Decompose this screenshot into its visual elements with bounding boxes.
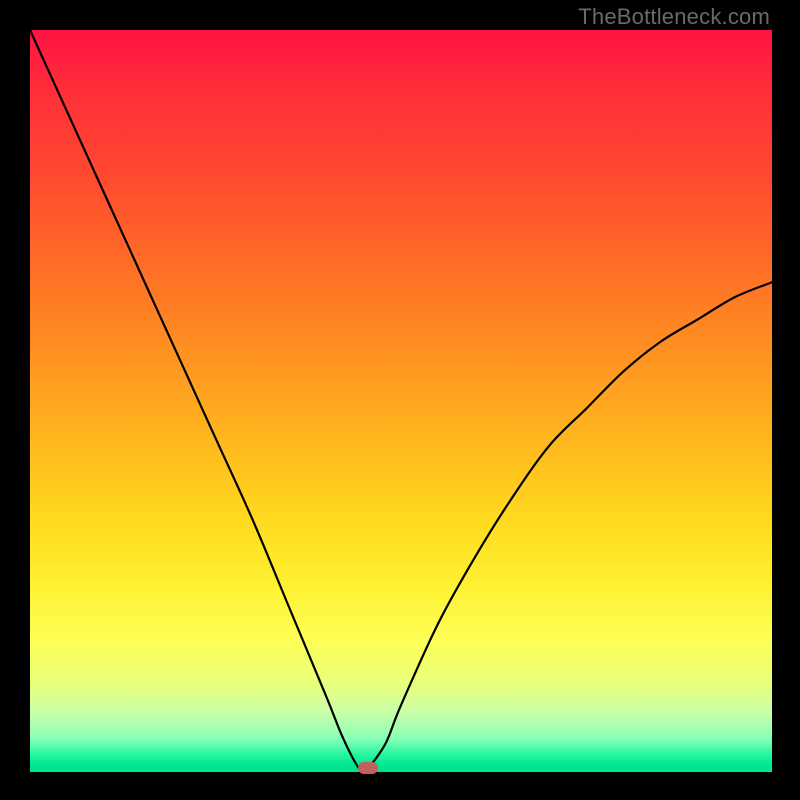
plot-area (30, 30, 772, 772)
chart-frame: TheBottleneck.com (0, 0, 800, 800)
minimum-marker (358, 762, 378, 774)
bottleneck-curve (30, 30, 772, 772)
watermark-text: TheBottleneck.com (578, 4, 770, 30)
